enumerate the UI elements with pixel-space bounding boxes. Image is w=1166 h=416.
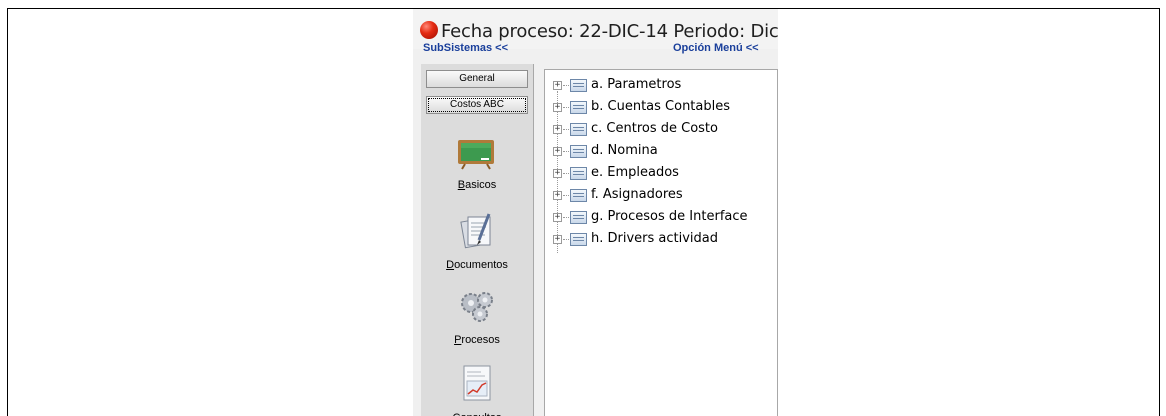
folder-form-icon [570,145,587,158]
folder-form-icon [570,123,587,136]
procesos-label: rocesos [461,334,500,346]
menu-tree: + a. Parametros + b. Cuentas Contables +… [544,69,778,416]
application-window: Fecha proceso: 22-DIC-14 Periodo: Dicier… [413,9,778,416]
title-bar: Fecha proceso: 22-DIC-14 Periodo: Dicier… [413,9,778,54]
tree-node-label: g. Procesos de Interface [591,209,748,224]
module-documentos[interactable]: Documentos [421,212,533,271]
expand-icon[interactable]: + [553,103,562,112]
expand-icon[interactable]: + [553,191,562,200]
documentos-accesskey: D [446,259,455,271]
folder-form-icon [570,233,587,246]
tree-node-label: b. Cuentas Contables [591,99,731,114]
subsystems-toggle[interactable]: SubSistemas << [423,42,508,54]
expand-icon[interactable]: + [553,147,562,156]
tree-node-label: e. Empleados [591,165,679,180]
costos-abc-button[interactable]: Costos ABC [426,96,528,114]
expand-icon[interactable]: + [553,125,562,134]
tree-node-label: f. Asignadores [591,187,683,202]
consultas-label: onsultas [460,412,501,416]
blackboard-icon [458,140,494,170]
module-consultas[interactable]: Consultas [421,363,533,416]
expand-icon[interactable]: + [553,213,562,222]
module-basicos[interactable]: Basicos [421,136,533,191]
folder-form-icon [570,189,587,202]
folder-form-icon [570,101,587,114]
folder-form-icon [570,167,587,180]
app-logo-icon [420,21,438,39]
gears-icon [461,292,493,322]
basicos-label: asicos [465,179,497,191]
expand-icon[interactable]: + [553,81,562,90]
general-button[interactable]: General [426,70,528,88]
subsystems-panel: General Costos ABC Basicos Documentos Pr… [421,64,534,416]
menu-option-toggle[interactable]: Opción Menú << [673,42,759,54]
basicos-accesskey: B [457,179,466,191]
tree-node-label: d. Nomina [591,143,658,158]
folder-form-icon [570,79,587,92]
screenshot-frame: Fecha proceso: 22-DIC-14 Periodo: Dicier… [7,8,1160,416]
tree-node-label: a. Parametros [591,77,682,92]
tree-node-label: c. Centros de Costo [591,121,718,136]
documentos-label: ocumentos [454,259,508,271]
tree-node-label: h. Drivers actividad [591,231,719,246]
folder-form-icon [570,211,587,224]
expand-icon[interactable]: + [553,235,562,244]
chart-report-icon [463,365,491,401]
expand-icon[interactable]: + [553,169,562,178]
documents-icon [460,213,491,249]
window-title: Fecha proceso: 22-DIC-14 Periodo: Dicier [441,21,778,42]
module-procesos[interactable]: Procesos [421,287,533,346]
